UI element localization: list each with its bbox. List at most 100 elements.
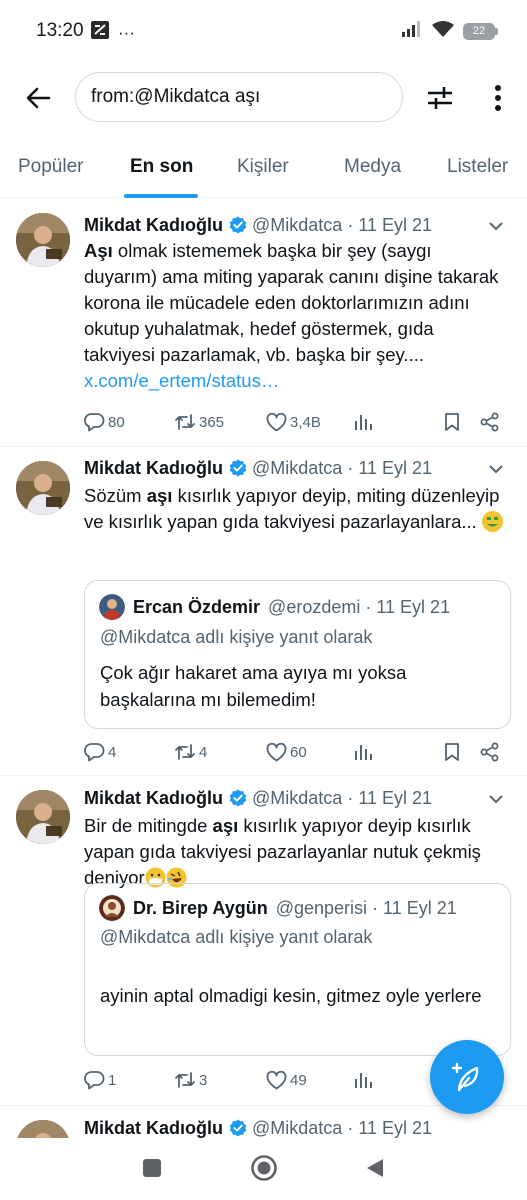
recent-apps-button[interactable] (140, 1156, 164, 1180)
quoted-avatar (99, 594, 125, 620)
tab-popular[interactable]: Popüler (18, 156, 84, 178)
like-button[interactable]: 60 (266, 739, 307, 765)
bookmark-icon (445, 413, 459, 431)
tab-lists[interactable]: Listeler (447, 156, 508, 178)
status-bar: 13:20 ··· 22 (0, 0, 527, 62)
reply-button[interactable]: 80 (84, 409, 125, 435)
like-count: 3,4B (290, 413, 321, 431)
views-button[interactable] (354, 739, 372, 765)
search-input[interactable]: from:@Mikdatca aşı (75, 72, 403, 122)
tweet-actions: 4 4 60 (84, 739, 504, 765)
triangle-back-icon (367, 1159, 383, 1177)
avatar[interactable] (16, 461, 70, 515)
tweet-menu-button[interactable] (485, 788, 507, 810)
bookmark-button[interactable] (444, 739, 460, 765)
share-button[interactable] (480, 409, 500, 435)
author-handle: @Mikdatca (252, 214, 343, 235)
tweet-date[interactable]: 11 Eyl 21 (358, 788, 432, 809)
author-handle: @Mikdatca (252, 1117, 343, 1138)
tweet-date[interactable]: 11 Eyl 21 (358, 458, 432, 479)
chevron-down-icon (489, 465, 503, 474)
tab-media[interactable]: Medya (344, 156, 401, 178)
bookmark-icon (445, 743, 459, 761)
compose-tweet-button[interactable] (430, 1040, 504, 1114)
quoted-tweet-date: 11 Eyl 21 (376, 596, 451, 617)
status-notification-icons: ··· (90, 20, 135, 45)
more-vertical-icon (495, 85, 501, 111)
quoted-tweet-date: 11 Eyl 21 (383, 897, 457, 918)
tab-latest[interactable]: En son (130, 156, 193, 178)
tweet-menu-button[interactable] (485, 458, 507, 480)
share-button[interactable] (480, 739, 500, 765)
avatar[interactable] (16, 790, 70, 844)
search-filter-button[interactable] (422, 80, 458, 116)
retweet-icon (175, 414, 195, 430)
views-button[interactable] (354, 409, 372, 435)
chevron-down-icon (489, 222, 503, 231)
battery-icon: 22 (463, 23, 498, 40)
reply-context: @Mikdatca adlı kişiye yanıt olarak (100, 627, 373, 647)
system-navigation-bar (0, 1138, 527, 1200)
like-count: 49 (290, 1071, 307, 1089)
quoted-tweet-text: ayinin aptal olmadigi kesin, gitmez oyle… (100, 985, 482, 1006)
tweet-text-content: olmak istememek başka bir şey (saygı duy… (84, 240, 499, 365)
signal-icon (401, 20, 423, 43)
views-button[interactable] (354, 1067, 372, 1093)
separator-dot: · (347, 214, 354, 235)
tweet-date[interactable]: 11 Eyl 21 (358, 1118, 432, 1139)
avatar[interactable] (16, 213, 70, 267)
highlighted-term: Aşı (84, 240, 113, 261)
retweet-button[interactable]: 3 (174, 1067, 207, 1093)
separator-dot: · (347, 1117, 354, 1138)
quoted-tweet[interactable]: Ercan Özdemir @erozdemi · 11 Eyl 21 @Mik… (84, 580, 511, 729)
app-notification-icon (90, 20, 110, 45)
tab-people[interactable]: Kişiler (237, 156, 289, 178)
bookmark-button[interactable] (444, 409, 460, 435)
more-options-button[interactable] (480, 80, 516, 116)
author-name[interactable]: Mikdat Kadıoğlu (84, 215, 223, 236)
circle-icon (251, 1155, 277, 1181)
home-button[interactable] (250, 1154, 278, 1182)
views-icon (355, 745, 372, 760)
verified-badge-icon (229, 1119, 247, 1137)
author-handle: @Mikdatca (252, 457, 343, 478)
tweet-header: Mikdat Kadıoğlu @Mikdatca · 11 Eyl 21 (84, 456, 432, 480)
tweet[interactable]: Mikdat Kadıoğlu @Mikdatca · 11 Eyl 21 Sö… (0, 447, 527, 776)
quoted-tweet-header: Dr. Birep Aygün @genperisi · 11 Eyl 21 (99, 894, 457, 922)
wifi-icon (431, 20, 455, 43)
like-button[interactable]: 49 (266, 1067, 307, 1093)
quoted-author-handle: @erozdemi (268, 596, 361, 617)
quoted-tweet[interactable]: Dr. Birep Aygün @genperisi · 11 Eyl 21 @… (84, 883, 511, 1056)
quoted-tweet-text: Çok ağır hakaret ama ayıya mı yoksa başk… (100, 662, 407, 710)
retweet-button[interactable]: 4 (174, 739, 207, 765)
reply-icon (84, 743, 105, 762)
status-time: 13:20 (36, 20, 84, 41)
verified-badge-icon (229, 459, 247, 477)
reply-count: 4 (108, 743, 117, 761)
tweet-header: Mikdat Kadıoğlu @Mikdatca · 11 Eyl 21 (84, 1116, 432, 1140)
author-name[interactable]: Mikdat Kadıoğlu (84, 1118, 223, 1139)
reply-count: 80 (108, 413, 125, 431)
tweet-link[interactable]: x.com/e_ertem/status… (84, 370, 279, 391)
tweet-menu-button[interactable] (485, 215, 507, 237)
author-name[interactable]: Mikdat Kadıoğlu (84, 788, 223, 809)
reply-context: @Mikdatca adlı kişiye yanıt olarak (100, 927, 373, 947)
verified-badge-icon (229, 789, 247, 807)
verified-badge-icon (229, 216, 247, 234)
reply-count: 1 (108, 1071, 117, 1089)
retweet-icon (175, 1072, 195, 1088)
author-name[interactable]: Mikdat Kadıoğlu (84, 458, 223, 479)
tweet-header: Mikdat Kadıoğlu @Mikdatca · 11 Eyl 21 (84, 213, 432, 237)
retweet-button[interactable]: 365 (174, 409, 224, 435)
reply-button[interactable]: 4 (84, 739, 116, 765)
status-ellipsis: ··· (118, 22, 135, 42)
heart-icon (266, 742, 287, 761)
compose-feather-icon (451, 1062, 479, 1092)
sliders-icon (428, 87, 452, 109)
reply-button[interactable]: 1 (84, 1067, 116, 1093)
back-nav-button[interactable] (363, 1156, 387, 1180)
like-button[interactable]: 3,4B (266, 409, 321, 435)
back-button[interactable] (20, 80, 56, 116)
tweet[interactable]: Mikdat Kadıoğlu @Mikdatca · 11 Eyl 21 Aş… (0, 199, 527, 447)
tweet-date[interactable]: 11 Eyl 21 (358, 215, 432, 236)
